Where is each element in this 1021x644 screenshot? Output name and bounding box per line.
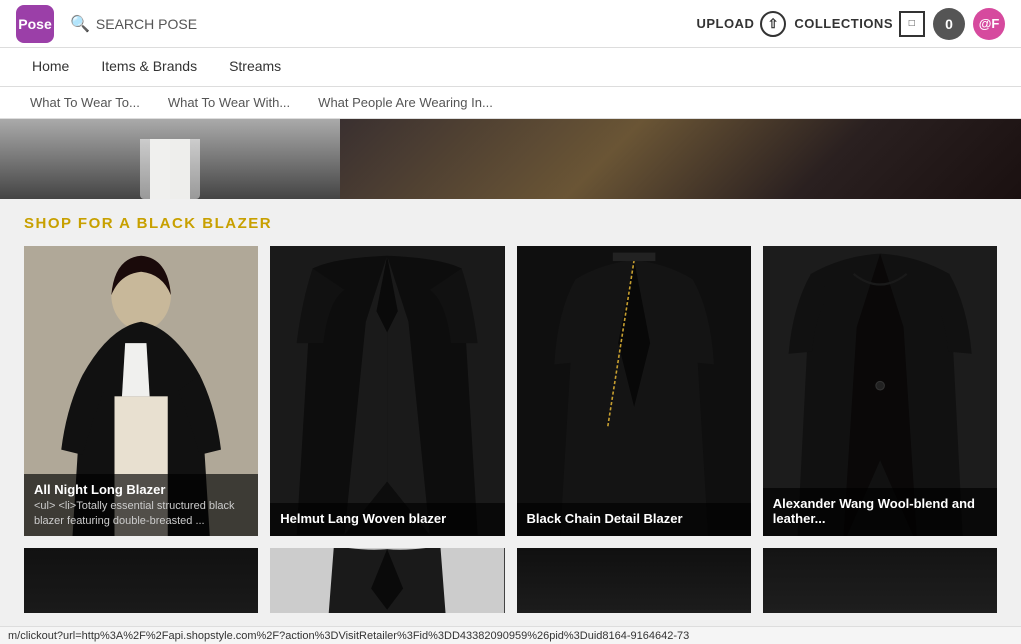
upload-label: UPLOAD <box>696 16 754 31</box>
collections-icon: □ <box>899 11 925 37</box>
logo-text: Pose <box>18 16 51 32</box>
count-value: 0 <box>945 16 953 32</box>
product-card-8[interactable] <box>763 548 997 613</box>
product-card-7[interactable] <box>517 548 751 613</box>
status-url: m/clickout?url=http%3A%2F%2Fapi.shopstyl… <box>8 630 689 642</box>
search-icon: 🔍 <box>70 14 90 34</box>
url-status-bar: m/clickout?url=http%3A%2F%2Fapi.shopstyl… <box>0 626 1021 644</box>
product-name-2: Helmut Lang Woven blazer <box>280 511 494 526</box>
product-overlay-1: All Night Long Blazer <ul> <li>Totally e… <box>24 474 258 536</box>
product-image-3 <box>517 246 751 536</box>
collections-button[interactable]: COLLECTIONS □ <box>794 11 925 37</box>
hero-image-right <box>340 119 1021 199</box>
product-card-2[interactable]: Helmut Lang Woven blazer <box>270 246 504 536</box>
search-label: SEARCH POSE <box>96 16 197 32</box>
product-name-1: All Night Long Blazer <box>34 482 248 497</box>
product-grid-row2 <box>24 548 997 613</box>
sub-nav: What To Wear To... What To Wear With... … <box>0 87 1021 119</box>
product-card-6[interactable] <box>270 548 504 613</box>
sub-nav-item-wear-with[interactable]: What To Wear With... <box>154 87 304 118</box>
user-handle: @F <box>979 16 1000 31</box>
nav-item-streams[interactable]: Streams <box>213 48 297 86</box>
user-badge[interactable]: @F <box>973 8 1005 40</box>
product-overlay-3: Black Chain Detail Blazer <box>517 503 751 536</box>
product-name-3: Black Chain Detail Blazer <box>527 511 741 526</box>
count-badge[interactable]: 0 <box>933 8 965 40</box>
product-grid: All Night Long Blazer <ul> <li>Totally e… <box>24 246 997 536</box>
search-bar[interactable]: 🔍 SEARCH POSE <box>70 14 696 34</box>
product-card-3[interactable]: Black Chain Detail Blazer <box>517 246 751 536</box>
upload-button[interactable]: UPLOAD ⇧ <box>696 11 786 37</box>
main-nav: Home Items & Brands Streams <box>0 48 1021 87</box>
product-card-4[interactable]: Alexander Wang Wool-blend and leather... <box>763 246 997 536</box>
collections-label: COLLECTIONS <box>794 16 893 31</box>
hero-image-left <box>0 119 340 199</box>
shop-section-title: SHOP FOR A BLACK BLAZER <box>24 215 997 232</box>
header: Pose 🔍 SEARCH POSE UPLOAD ⇧ COLLECTIONS … <box>0 0 1021 48</box>
hero-strip <box>0 119 1021 199</box>
product-image-2 <box>270 246 504 536</box>
nav-item-home[interactable]: Home <box>16 48 85 86</box>
sub-nav-item-wear-to[interactable]: What To Wear To... <box>16 87 154 118</box>
product-card-1[interactable]: All Night Long Blazer <ul> <li>Totally e… <box>24 246 258 536</box>
logo[interactable]: Pose <box>16 5 54 43</box>
sub-nav-item-wearing-in[interactable]: What People Are Wearing In... <box>304 87 507 118</box>
upload-icon: ⇧ <box>760 11 786 37</box>
product-desc-1: <ul> <li>Totally essential structured bl… <box>34 499 248 528</box>
main-content: SHOP FOR A BLACK BLAZER <box>0 199 1021 629</box>
product-overlay-4: Alexander Wang Wool-blend and leather... <box>763 488 997 536</box>
product-card-5[interactable] <box>24 548 258 613</box>
nav-item-items-brands[interactable]: Items & Brands <box>85 48 213 86</box>
header-right: UPLOAD ⇧ COLLECTIONS □ 0 @F <box>696 8 1005 40</box>
product-overlay-2: Helmut Lang Woven blazer <box>270 503 504 536</box>
product-name-4: Alexander Wang Wool-blend and leather... <box>773 496 987 526</box>
